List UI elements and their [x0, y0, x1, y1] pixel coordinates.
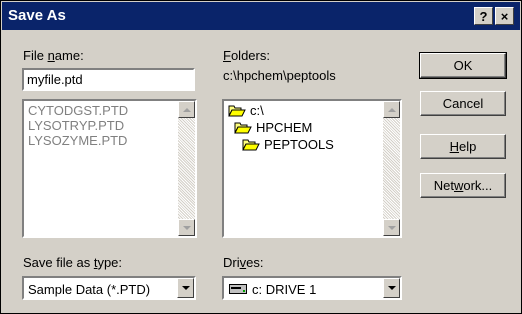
folders-label: Folders:: [223, 48, 270, 63]
drives-dropdown-button[interactable]: [383, 278, 400, 298]
drives-value: c: DRIVE 1: [252, 282, 317, 297]
folder-item-peptools[interactable]: PEPTOOLS: [242, 137, 334, 152]
title-bar[interactable]: Save As ? ×: [2, 2, 520, 30]
current-folder-path: c:\hpchem\peptools: [223, 68, 336, 83]
save-as-dialog: Save As ? × File name: CYTODGST.PTD LYSO…: [0, 0, 522, 314]
folder-item-hpchem[interactable]: HPCHEM: [234, 120, 312, 135]
chevron-down-icon: [181, 286, 190, 290]
drives-select[interactable]: c: DRIVE 1: [222, 276, 402, 300]
chevron-down-icon: [387, 286, 396, 290]
save-type-label: Save file as type:: [23, 255, 123, 270]
save-type-value: Sample Data (*.PTD): [28, 282, 151, 297]
help-title-button[interactable]: ?: [474, 7, 493, 25]
file-name-label: File name:: [23, 48, 84, 63]
window-title: Save As: [8, 7, 66, 24]
file-item[interactable]: CYTODGST.PTD: [28, 103, 128, 118]
arrow-up-icon: [182, 107, 191, 112]
ok-button[interactable]: OK: [419, 52, 507, 79]
scroll-up-button[interactable]: [178, 101, 195, 118]
file-name-input[interactable]: [24, 70, 193, 89]
file-item[interactable]: LYSOTRYP.PTD: [28, 118, 124, 133]
open-folder-icon: [234, 122, 252, 133]
file-name-field[interactable]: [22, 68, 195, 91]
cancel-button[interactable]: Cancel: [420, 91, 506, 116]
scroll-up-button[interactable]: [383, 101, 400, 118]
arrow-down-icon: [387, 225, 396, 230]
save-type-dropdown-button[interactable]: [177, 278, 194, 298]
file-list[interactable]: CYTODGST.PTD LYSOTRYP.PTD LYSOZYME.PTD: [22, 99, 197, 238]
scroll-down-button[interactable]: [383, 219, 400, 236]
hard-drive-icon: [229, 284, 247, 294]
save-type-select[interactable]: Sample Data (*.PTD): [22, 276, 196, 300]
arrow-up-icon: [387, 107, 396, 112]
network-button[interactable]: Net w ork...: [420, 173, 506, 198]
open-folder-icon: [242, 139, 260, 150]
help-button[interactable]: Help: [420, 134, 506, 159]
file-list-scrollbar[interactable]: [178, 101, 195, 236]
open-folder-icon: [228, 105, 246, 116]
close-button[interactable]: ×: [495, 7, 514, 25]
file-item[interactable]: LYSOZYME.PTD: [28, 133, 127, 148]
folder-tree-scrollbar[interactable]: [383, 101, 400, 236]
drives-label: Drives:: [223, 255, 264, 270]
scroll-down-button[interactable]: [178, 219, 195, 236]
folder-tree[interactable]: c:\ HPCHEM PEPTOOLS: [222, 99, 402, 238]
folder-item-root[interactable]: c:\: [228, 103, 264, 118]
arrow-down-icon: [182, 225, 191, 230]
